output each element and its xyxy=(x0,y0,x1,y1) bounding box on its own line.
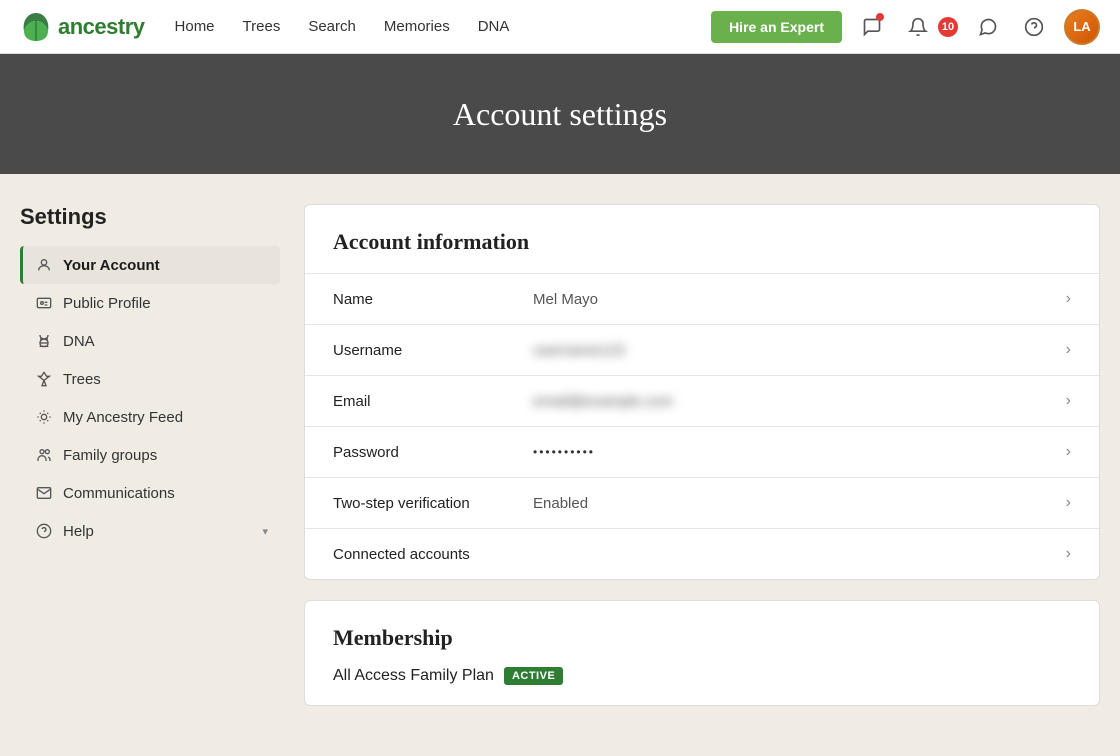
notification-count-badge: 10 xyxy=(938,17,958,37)
sidebar-item-trees[interactable]: Trees xyxy=(20,360,280,398)
sidebar-item-communications[interactable]: Communications xyxy=(20,474,280,512)
sidebar-label-trees: Trees xyxy=(63,371,101,388)
password-chevron-icon: › xyxy=(1066,443,1071,461)
feed-icon xyxy=(35,408,53,426)
logo[interactable]: ancestry xyxy=(20,11,145,43)
page-title: Account settings xyxy=(453,96,667,133)
name-value: Mel Mayo xyxy=(533,291,1066,308)
hire-expert-button[interactable]: Hire an Expert xyxy=(711,11,842,43)
password-row[interactable]: Password •••••••••• › xyxy=(305,426,1099,477)
sidebar-item-your-account[interactable]: Your Account xyxy=(20,246,280,284)
notifications-area: 10 xyxy=(902,11,958,43)
two-step-row[interactable]: Two-step verification Enabled › xyxy=(305,477,1099,528)
sidebar-label-communications: Communications xyxy=(63,485,175,502)
connected-accounts-label: Connected accounts xyxy=(333,546,533,563)
main-content: Account information Name Mel Mayo › User… xyxy=(304,204,1100,726)
envelope-icon xyxy=(35,484,53,502)
sidebar: Settings Your Account Public Profile DNA… xyxy=(20,204,280,726)
logo-text: ancestry xyxy=(58,14,145,40)
chat-icon xyxy=(978,17,998,37)
name-label: Name xyxy=(333,291,533,308)
sidebar-item-dna[interactable]: DNA xyxy=(20,322,280,360)
account-info-card: Account information Name Mel Mayo › User… xyxy=(304,204,1100,580)
nav-dna[interactable]: DNA xyxy=(478,18,510,35)
membership-card: Membership All Access Family Plan ACTIVE xyxy=(304,600,1100,706)
sidebar-item-family-groups[interactable]: Family groups xyxy=(20,436,280,474)
main-layout: Settings Your Account Public Profile DNA… xyxy=(0,174,1120,756)
username-value: username123 xyxy=(533,342,1066,359)
username-row[interactable]: Username username123 › xyxy=(305,324,1099,375)
username-label: Username xyxy=(333,342,533,359)
sidebar-item-help[interactable]: Help ▾ xyxy=(20,512,280,550)
tree-icon xyxy=(35,370,53,388)
membership-title: Membership xyxy=(305,601,1099,663)
nav-search[interactable]: Search xyxy=(308,18,356,35)
help-button[interactable] xyxy=(1018,11,1050,43)
password-value: •••••••••• xyxy=(533,445,1066,459)
email-chevron-icon: › xyxy=(1066,392,1071,410)
email-value: email@example.com xyxy=(533,393,1066,410)
username-chevron-icon: › xyxy=(1066,341,1071,359)
active-status-badge: ACTIVE xyxy=(504,667,563,685)
group-icon xyxy=(35,446,53,464)
account-info-title: Account information xyxy=(305,205,1099,273)
sidebar-label-dna: DNA xyxy=(63,333,95,350)
navbar: ancestry Home Trees Search Memories DNA … xyxy=(0,0,1120,54)
logo-leaf-icon xyxy=(20,11,52,43)
dna-icon xyxy=(35,332,53,350)
password-label: Password xyxy=(333,444,533,461)
two-step-label: Two-step verification xyxy=(333,495,533,512)
connected-accounts-row[interactable]: Connected accounts › xyxy=(305,528,1099,579)
help-chevron-down-icon: ▾ xyxy=(262,525,268,538)
name-chevron-icon: › xyxy=(1066,290,1071,308)
sidebar-label-public-profile: Public Profile xyxy=(63,295,151,312)
main-nav: Home Trees Search Memories DNA xyxy=(175,18,712,35)
nav-trees[interactable]: Trees xyxy=(243,18,281,35)
sidebar-title: Settings xyxy=(20,204,280,230)
sidebar-label-help: Help xyxy=(63,523,94,540)
two-step-chevron-icon: › xyxy=(1066,494,1071,512)
plan-name: All Access Family Plan xyxy=(333,667,494,685)
person-icon xyxy=(35,256,53,274)
connected-accounts-chevron-icon: › xyxy=(1066,545,1071,563)
email-row[interactable]: Email email@example.com › xyxy=(305,375,1099,426)
two-step-value: Enabled xyxy=(533,495,1066,512)
nav-home[interactable]: Home xyxy=(175,18,215,35)
sidebar-label-your-account: Your Account xyxy=(63,257,160,274)
sidebar-label-my-ancestry-feed: My Ancestry Feed xyxy=(63,409,183,426)
chat-button[interactable] xyxy=(972,11,1004,43)
membership-plan-row: All Access Family Plan ACTIVE xyxy=(305,663,1099,705)
help-icon xyxy=(1024,17,1044,37)
messages-button[interactable] xyxy=(856,11,888,43)
nav-memories[interactable]: Memories xyxy=(384,18,450,35)
sidebar-item-public-profile[interactable]: Public Profile xyxy=(20,284,280,322)
sidebar-label-family-groups: Family groups xyxy=(63,447,157,464)
navbar-right: Hire an Expert 10 xyxy=(711,9,1100,45)
email-label: Email xyxy=(333,393,533,410)
help-circle-icon xyxy=(35,522,53,540)
hero-banner: Account settings xyxy=(0,54,1120,174)
user-avatar[interactable]: LA xyxy=(1064,9,1100,45)
bell-icon xyxy=(908,17,928,37)
name-row[interactable]: Name Mel Mayo › xyxy=(305,273,1099,324)
sidebar-item-my-ancestry-feed[interactable]: My Ancestry Feed xyxy=(20,398,280,436)
bell-button[interactable] xyxy=(902,11,934,43)
message-dot xyxy=(876,13,884,21)
id-card-icon xyxy=(35,294,53,312)
